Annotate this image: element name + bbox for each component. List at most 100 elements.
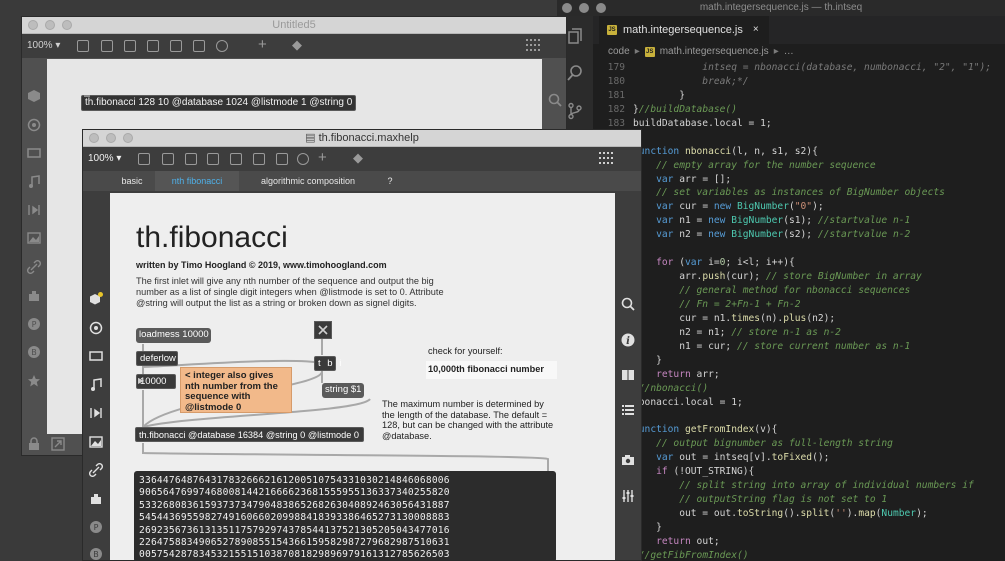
- button-object-icon[interactable]: [207, 153, 219, 165]
- package-b-icon[interactable]: B: [89, 547, 103, 561]
- add-object-icon[interactable]: +: [318, 149, 327, 166]
- code-line[interactable]: }: [593, 354, 1005, 368]
- code-line[interactable]: var arr = [];: [593, 173, 1005, 187]
- code-line[interactable]: // split string into array of individual…: [593, 479, 1005, 493]
- dial-object-icon[interactable]: [216, 40, 228, 52]
- search-icon[interactable]: [621, 297, 635, 311]
- code-line[interactable]: 183 buildDatabase.local = 1;: [593, 117, 1005, 131]
- code-line[interactable]: return out;: [593, 535, 1005, 549]
- add-object-icon[interactable]: +: [258, 36, 267, 53]
- source-control-icon[interactable]: [566, 102, 584, 120]
- search-icon[interactable]: [566, 64, 584, 82]
- code-line[interactable]: // outputString flag is not set to 1: [593, 493, 1005, 507]
- minimize-window-button[interactable]: [106, 133, 116, 143]
- mixer-sliders-icon[interactable]: [621, 489, 635, 503]
- zoom-window-button[interactable]: [62, 20, 72, 30]
- toggle-object-icon[interactable]: [230, 153, 242, 165]
- code-line[interactable]: 180 break;*/: [593, 75, 1005, 89]
- code-line[interactable]: [593, 242, 1005, 256]
- code-line[interactable]: nbonacci.local = 1;: [593, 396, 1005, 410]
- target-icon[interactable]: [89, 321, 103, 335]
- message-icon[interactable]: [101, 40, 113, 52]
- button-object-icon[interactable]: [147, 40, 159, 52]
- tab-nth-fibonacci[interactable]: nth fibonacci: [155, 171, 239, 191]
- deferlow-object[interactable]: deferlow: [136, 351, 178, 366]
- code-line[interactable]: }//getFibFromIndex(): [593, 549, 1005, 561]
- puzzle-icon[interactable]: [27, 289, 41, 303]
- code-line[interactable]: n2 = n1; // store n-1 as n-2: [593, 326, 1005, 340]
- package-p-icon[interactable]: P: [89, 520, 103, 534]
- link-icon[interactable]: [89, 463, 103, 477]
- link-icon[interactable]: [27, 260, 41, 274]
- panel-icon[interactable]: [89, 349, 103, 363]
- grid-icon[interactable]: [599, 152, 615, 164]
- breadcrumb-folder[interactable]: code: [608, 44, 630, 60]
- slider-object-icon[interactable]: [193, 40, 205, 52]
- panel-icon[interactable]: [27, 146, 41, 160]
- code-line[interactable]: arr.push(cur); // store BigNumber in arr…: [593, 270, 1005, 284]
- code-line[interactable]: function getFromIndex(v){: [593, 423, 1005, 437]
- object-box-icon[interactable]: [27, 89, 41, 103]
- fibonacci-object[interactable]: th.fibonacci @database 16384 @string 0 @…: [135, 427, 364, 442]
- music-note-icon[interactable]: [27, 175, 41, 189]
- dial-object-icon[interactable]: [297, 153, 309, 165]
- search-icon[interactable]: [548, 93, 562, 107]
- code-line[interactable]: // output bignumber as full-length strin…: [593, 437, 1005, 451]
- code-line[interactable]: var n2 = new BigNumber(s2); //startvalue…: [593, 228, 1005, 242]
- code-line[interactable]: out = out.toString().split('').map(Numbe…: [593, 507, 1005, 521]
- comment-icon[interactable]: [185, 153, 197, 165]
- paint-bucket-icon[interactable]: ◆: [353, 150, 363, 166]
- tab-algorithmic-composition[interactable]: algorithmic composition: [243, 171, 373, 191]
- target-icon[interactable]: [27, 118, 41, 132]
- package-b-icon[interactable]: B: [27, 345, 41, 359]
- book-icon[interactable]: [621, 368, 635, 382]
- tab-close-icon[interactable]: ×: [753, 24, 759, 35]
- code-line[interactable]: // empty array for the number sequence: [593, 159, 1005, 173]
- fibonacci-object[interactable]: th.fibonacci 128 10 @database 1024 @list…: [81, 95, 357, 111]
- code-line[interactable]: cur = n1.times(n).plus(n2);: [593, 312, 1005, 326]
- code-line[interactable]: }: [593, 521, 1005, 535]
- code-line[interactable]: // general method for nbonacci sequences: [593, 284, 1005, 298]
- bang-button[interactable]: [314, 321, 332, 339]
- explorer-icon[interactable]: [566, 28, 584, 46]
- package-p-icon[interactable]: P: [27, 317, 41, 331]
- code-line[interactable]: 179 intseq = nbonacci(database, numbonac…: [593, 61, 1005, 75]
- help-page[interactable]: th.fibonacci written by Timo Hoogland © …: [110, 193, 615, 560]
- code-line[interactable]: [593, 409, 1005, 423]
- trigger-object[interactable]: t b i: [314, 356, 341, 371]
- code-line[interactable]: return arr;: [593, 368, 1005, 382]
- breadcrumb-file[interactable]: math.integersequence.js: [660, 44, 769, 60]
- close-window-button[interactable]: [89, 133, 99, 143]
- code-line[interactable]: n1 = cur; // store current number as n-1: [593, 340, 1005, 354]
- close-window-button[interactable]: [28, 20, 38, 30]
- code-area[interactable]: 179 intseq = nbonacci(database, numbonac…: [593, 61, 1005, 561]
- code-line[interactable]: function nbonacci(l, n, s1, s2){: [593, 145, 1005, 159]
- lock-icon[interactable]: [27, 437, 41, 451]
- slider-object-icon[interactable]: [253, 153, 265, 165]
- presentation-icon[interactable]: [51, 437, 65, 451]
- image-icon[interactable]: [89, 435, 103, 449]
- code-line[interactable]: for (var i=0; i<l; i++){: [593, 256, 1005, 270]
- step-sequencer-icon[interactable]: [89, 406, 103, 420]
- toggle-object-icon[interactable]: [170, 40, 182, 52]
- code-line[interactable]: var cur = new BigNumber("0");: [593, 200, 1005, 214]
- new-object-icon[interactable]: [138, 153, 150, 165]
- zoom-menu[interactable]: 100% ▾: [88, 153, 121, 164]
- music-note-icon[interactable]: [89, 378, 103, 392]
- zoom-window-button[interactable]: [123, 133, 133, 143]
- star-icon[interactable]: [27, 374, 41, 388]
- code-line[interactable]: var out = intseq[v].toFixed();: [593, 451, 1005, 465]
- tab-help[interactable]: ?: [375, 171, 405, 191]
- tab-basic[interactable]: basic: [109, 171, 155, 191]
- object-box-icon[interactable]: [89, 292, 103, 306]
- tab-math-integersequence[interactable]: JS math.integersequence.js ×: [599, 16, 769, 44]
- image-icon[interactable]: [27, 231, 41, 245]
- code-line[interactable]: var n1 = new BigNumber(s1); //startvalue…: [593, 214, 1005, 228]
- paint-bucket-icon[interactable]: ◆: [292, 37, 302, 53]
- code-line[interactable]: [593, 131, 1005, 145]
- string-message[interactable]: string $1: [322, 383, 364, 398]
- breadcrumb-symbol[interactable]: …: [784, 44, 794, 60]
- step-sequencer-icon[interactable]: [27, 203, 41, 217]
- close-window-button[interactable]: [562, 3, 572, 13]
- code-line[interactable]: // set variables as instances of BigNumb…: [593, 186, 1005, 200]
